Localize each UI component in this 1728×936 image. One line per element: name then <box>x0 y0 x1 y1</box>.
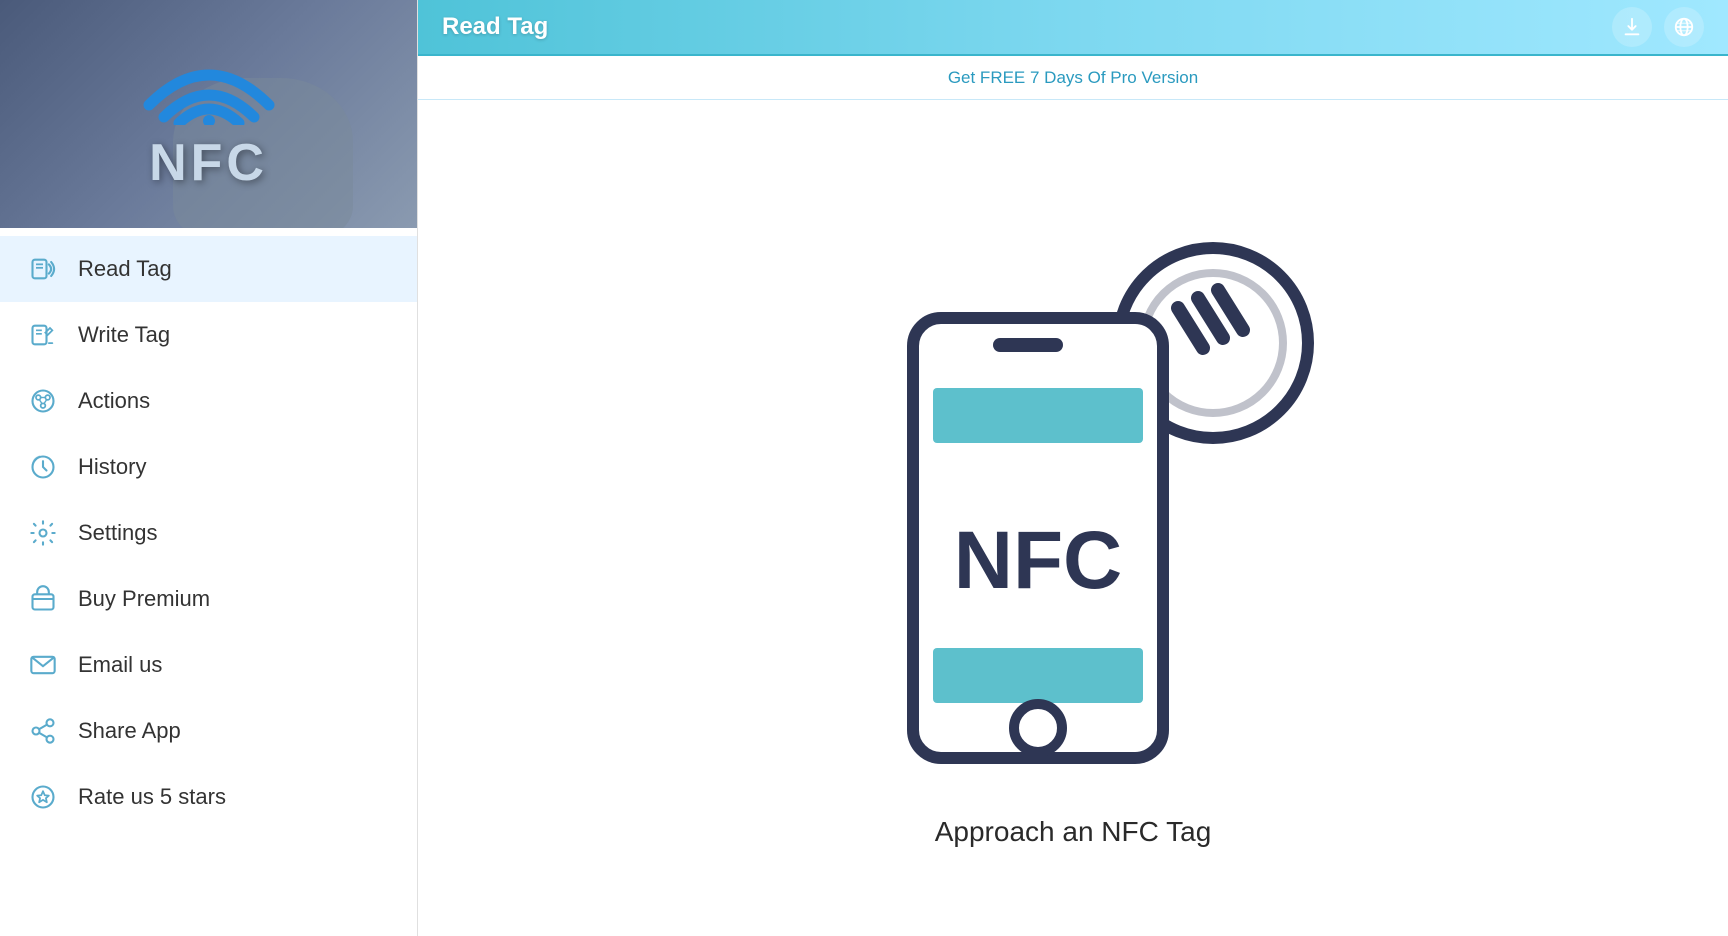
actions-icon <box>28 386 58 416</box>
topbar: Read Tag <box>418 0 1728 56</box>
sidebar-nav: Read Tag Write Tag <box>0 228 417 936</box>
sidebar-item-share-app-label: Share App <box>78 718 181 744</box>
sidebar-header: NFC <box>0 0 417 228</box>
sidebar-item-actions[interactable]: Actions <box>0 368 417 434</box>
sidebar-item-email-us-label: Email us <box>78 652 162 678</box>
content-area: NFC Approach an NFC Tag <box>418 100 1728 936</box>
sidebar-item-settings-label: Settings <box>78 520 158 546</box>
globe-button[interactable] <box>1664 7 1704 47</box>
share-icon <box>28 716 58 746</box>
nfc-logo-container: NFC <box>129 35 289 193</box>
sidebar-item-buy-premium[interactable]: Buy Premium <box>0 566 417 632</box>
write-tag-icon <box>28 320 58 350</box>
star-icon <box>28 782 58 812</box>
promo-text: Get FREE 7 Days Of Pro Version <box>948 68 1198 88</box>
email-icon <box>28 650 58 680</box>
buy-premium-icon <box>28 584 58 614</box>
sidebar-item-rate-us[interactable]: Rate us 5 stars <box>0 764 417 830</box>
globe-icon <box>1673 16 1695 38</box>
sidebar-item-read-tag-label: Read Tag <box>78 256 172 282</box>
sidebar: NFC Read Tag <box>0 0 418 936</box>
promo-bar[interactable]: Get FREE 7 Days Of Pro Version <box>418 56 1728 100</box>
sidebar-item-settings[interactable]: Settings <box>0 500 417 566</box>
wifi-arcs-icon <box>129 35 289 125</box>
approach-text: Approach an NFC Tag <box>935 816 1212 848</box>
sidebar-item-email-us[interactable]: Email us <box>0 632 417 698</box>
sidebar-item-buy-premium-label: Buy Premium <box>78 586 210 612</box>
download-icon <box>1621 16 1643 38</box>
sidebar-item-actions-label: Actions <box>78 388 150 414</box>
read-tag-icon <box>28 254 58 284</box>
nfc-logo-text: NFC <box>149 133 268 193</box>
nfc-illustration: NFC <box>813 188 1333 808</box>
topbar-title: Read Tag <box>442 13 548 41</box>
sidebar-item-read-tag[interactable]: Read Tag <box>0 236 417 302</box>
svg-text:NFC: NFC <box>954 515 1123 606</box>
sidebar-item-rate-us-label: Rate us 5 stars <box>78 784 226 810</box>
sidebar-item-write-tag-label: Write Tag <box>78 322 170 348</box>
sidebar-item-write-tag[interactable]: Write Tag <box>0 302 417 368</box>
sidebar-item-history[interactable]: History <box>0 434 417 500</box>
history-icon <box>28 452 58 482</box>
nfc-illustration-svg: NFC <box>823 218 1323 778</box>
settings-icon <box>28 518 58 548</box>
sidebar-item-share-app[interactable]: Share App <box>0 698 417 764</box>
download-button[interactable] <box>1612 7 1652 47</box>
topbar-icons <box>1612 7 1704 47</box>
main-content: Read Tag Get FREE 7 Days Of Pro Version <box>418 0 1728 936</box>
sidebar-item-history-label: History <box>78 454 146 480</box>
